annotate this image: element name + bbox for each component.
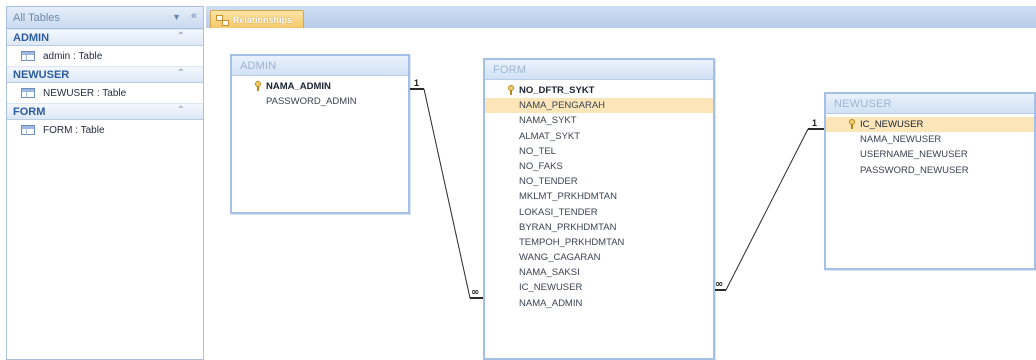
collapse-group-icon[interactable]: ⌃ xyxy=(177,31,185,42)
collapse-group-icon[interactable]: ⌃ xyxy=(177,68,185,79)
nav-header[interactable]: All Tables ▼ « xyxy=(7,7,203,29)
nav-group-label: ADMIN xyxy=(13,31,50,44)
table-icon xyxy=(21,88,35,98)
relationship-newuser-form[interactable] xyxy=(715,128,824,291)
tab-label: Relationships xyxy=(233,14,293,25)
navigation-pane: All Tables ▼ « ADMIN ⌃ admin : Table NEW… xyxy=(6,6,204,360)
many-label: ∞ xyxy=(715,279,723,290)
tab-strip: Relationships xyxy=(206,6,1036,28)
nav-title[interactable]: All Tables xyxy=(13,12,60,24)
nav-group-form[interactable]: FORM ⌃ xyxy=(7,103,203,120)
nav-item-label: NEWUSER : Table xyxy=(43,87,127,99)
tab-relationships[interactable]: Relationships xyxy=(210,10,304,28)
table-icon xyxy=(21,51,35,61)
one-label: 1 xyxy=(812,118,817,128)
double-chevron-left-icon[interactable]: « xyxy=(191,10,197,22)
nav-item-newuser-table[interactable]: NEWUSER : Table xyxy=(7,83,203,103)
chevron-down-icon[interactable]: ▼ xyxy=(172,12,181,22)
nav-item-form-table[interactable]: FORM : Table xyxy=(7,120,203,140)
relationships-canvas[interactable]: ADMIN NAMA_ADMIN PASSWORD_ADMIN FORM NO_… xyxy=(206,28,1036,360)
nav-item-label: FORM : Table xyxy=(43,124,105,136)
nav-item-admin-table[interactable]: admin : Table xyxy=(7,46,203,66)
collapse-group-icon[interactable]: ⌃ xyxy=(177,105,185,116)
one-label: 1 xyxy=(414,78,419,88)
many-label: ∞ xyxy=(471,287,479,298)
document-area: Relationships ADMIN NAMA_ADMIN PASSWORD_… xyxy=(206,6,1036,360)
nav-group-label: FORM xyxy=(13,105,46,118)
relationship-admin-form[interactable] xyxy=(410,88,483,299)
nav-item-label: admin : Table xyxy=(43,50,103,62)
nav-group-admin[interactable]: ADMIN ⌃ xyxy=(7,29,203,46)
nav-group-label: NEWUSER xyxy=(13,68,70,81)
relationships-icon xyxy=(216,14,229,26)
relationship-lines: 1 ∞ ∞ 1 xyxy=(410,78,824,299)
table-icon xyxy=(21,125,35,135)
nav-group-newuser[interactable]: NEWUSER ⌃ xyxy=(7,66,203,83)
